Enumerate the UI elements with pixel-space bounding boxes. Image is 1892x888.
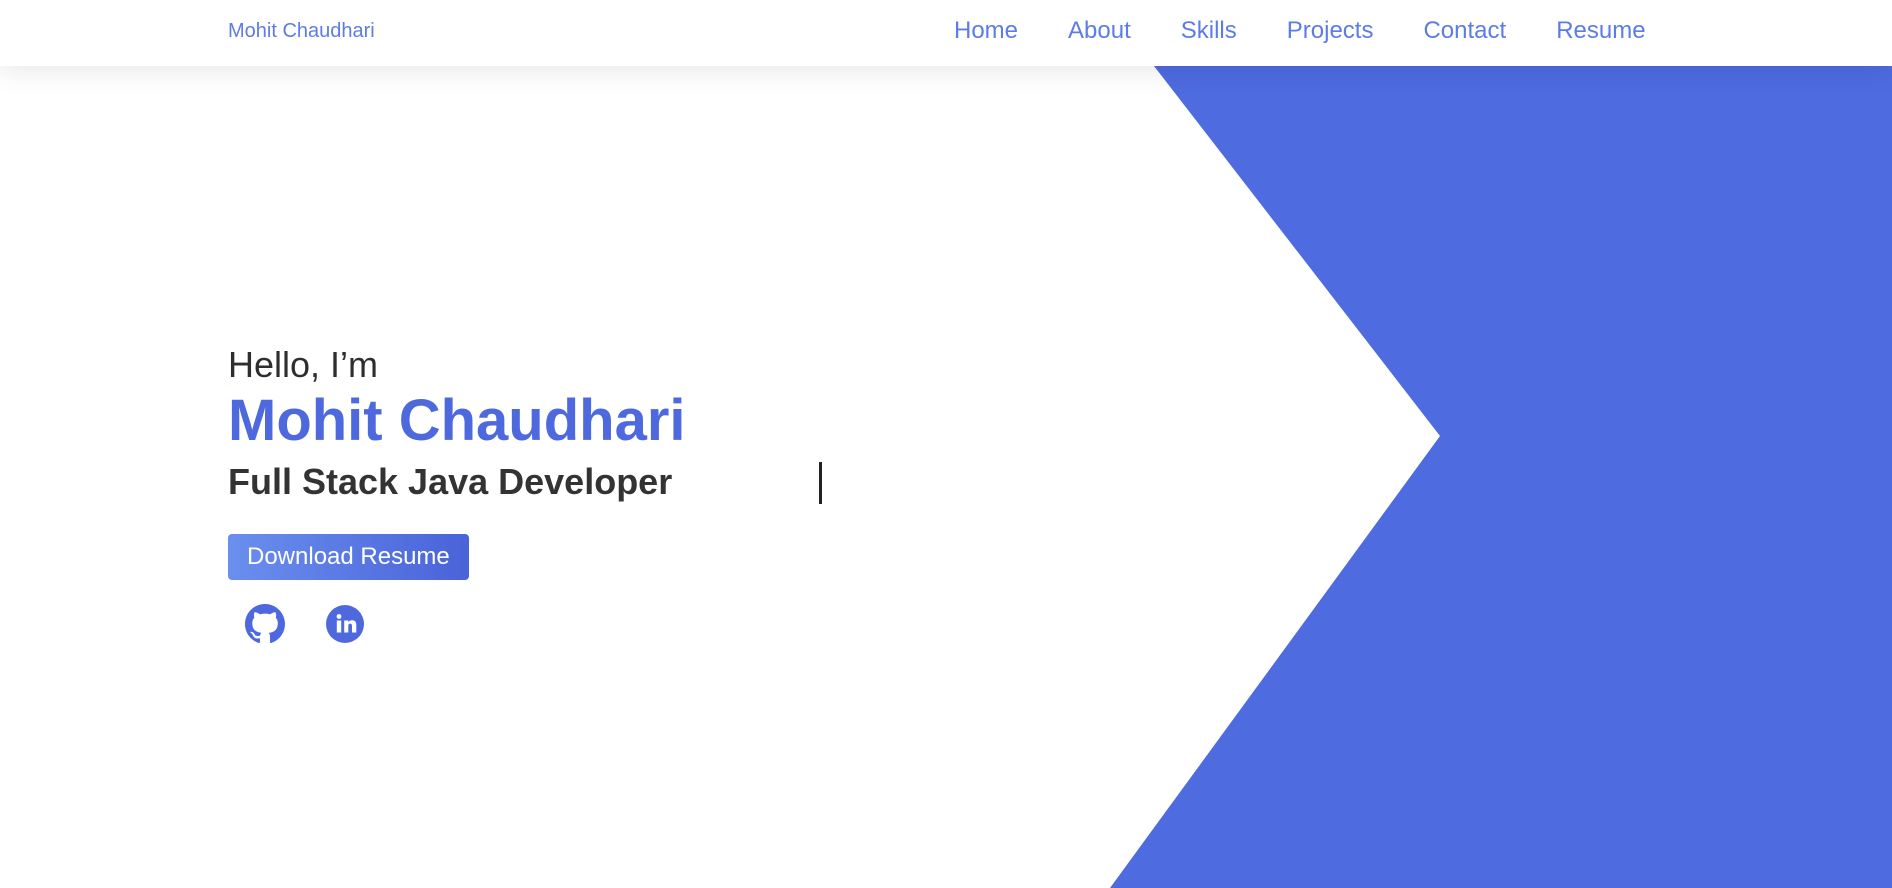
hero-section: Hello, I’m Mohit Chaudhari Full Stack Ja… [228, 342, 822, 644]
social-links [245, 604, 686, 644]
typing-cursor [819, 462, 822, 504]
brand-link[interactable]: Mohit Chaudhari [228, 20, 375, 43]
navbar: Mohit Chaudhari Home About Skills Projec… [0, 0, 1892, 66]
nav-links: Home About Skills Projects Contact Resum… [954, 17, 1646, 45]
github-icon [245, 604, 285, 644]
portfolio-page: Mohit Chaudhari Home About Skills Projec… [0, 0, 1892, 888]
hero-name: Mohit Chaudhari [228, 388, 686, 453]
linkedin-icon [326, 605, 364, 643]
nav-link-home[interactable]: Home [954, 17, 1018, 45]
nav-link-projects[interactable]: Projects [1287, 17, 1374, 45]
nav-link-about[interactable]: About [1068, 17, 1131, 45]
nav-link-contact[interactable]: Contact [1423, 17, 1506, 45]
role-line: Full Stack Java Developer [228, 456, 822, 512]
linkedin-link[interactable] [325, 604, 365, 644]
hero-role: Full Stack Java Developer [228, 461, 673, 502]
nav-link-skills[interactable]: Skills [1181, 17, 1237, 45]
hero-greeting: Hello, I’m [228, 344, 379, 385]
nav-link-resume[interactable]: Resume [1556, 17, 1645, 45]
download-resume-button[interactable]: Download Resume [228, 534, 469, 580]
github-link[interactable] [245, 604, 285, 644]
